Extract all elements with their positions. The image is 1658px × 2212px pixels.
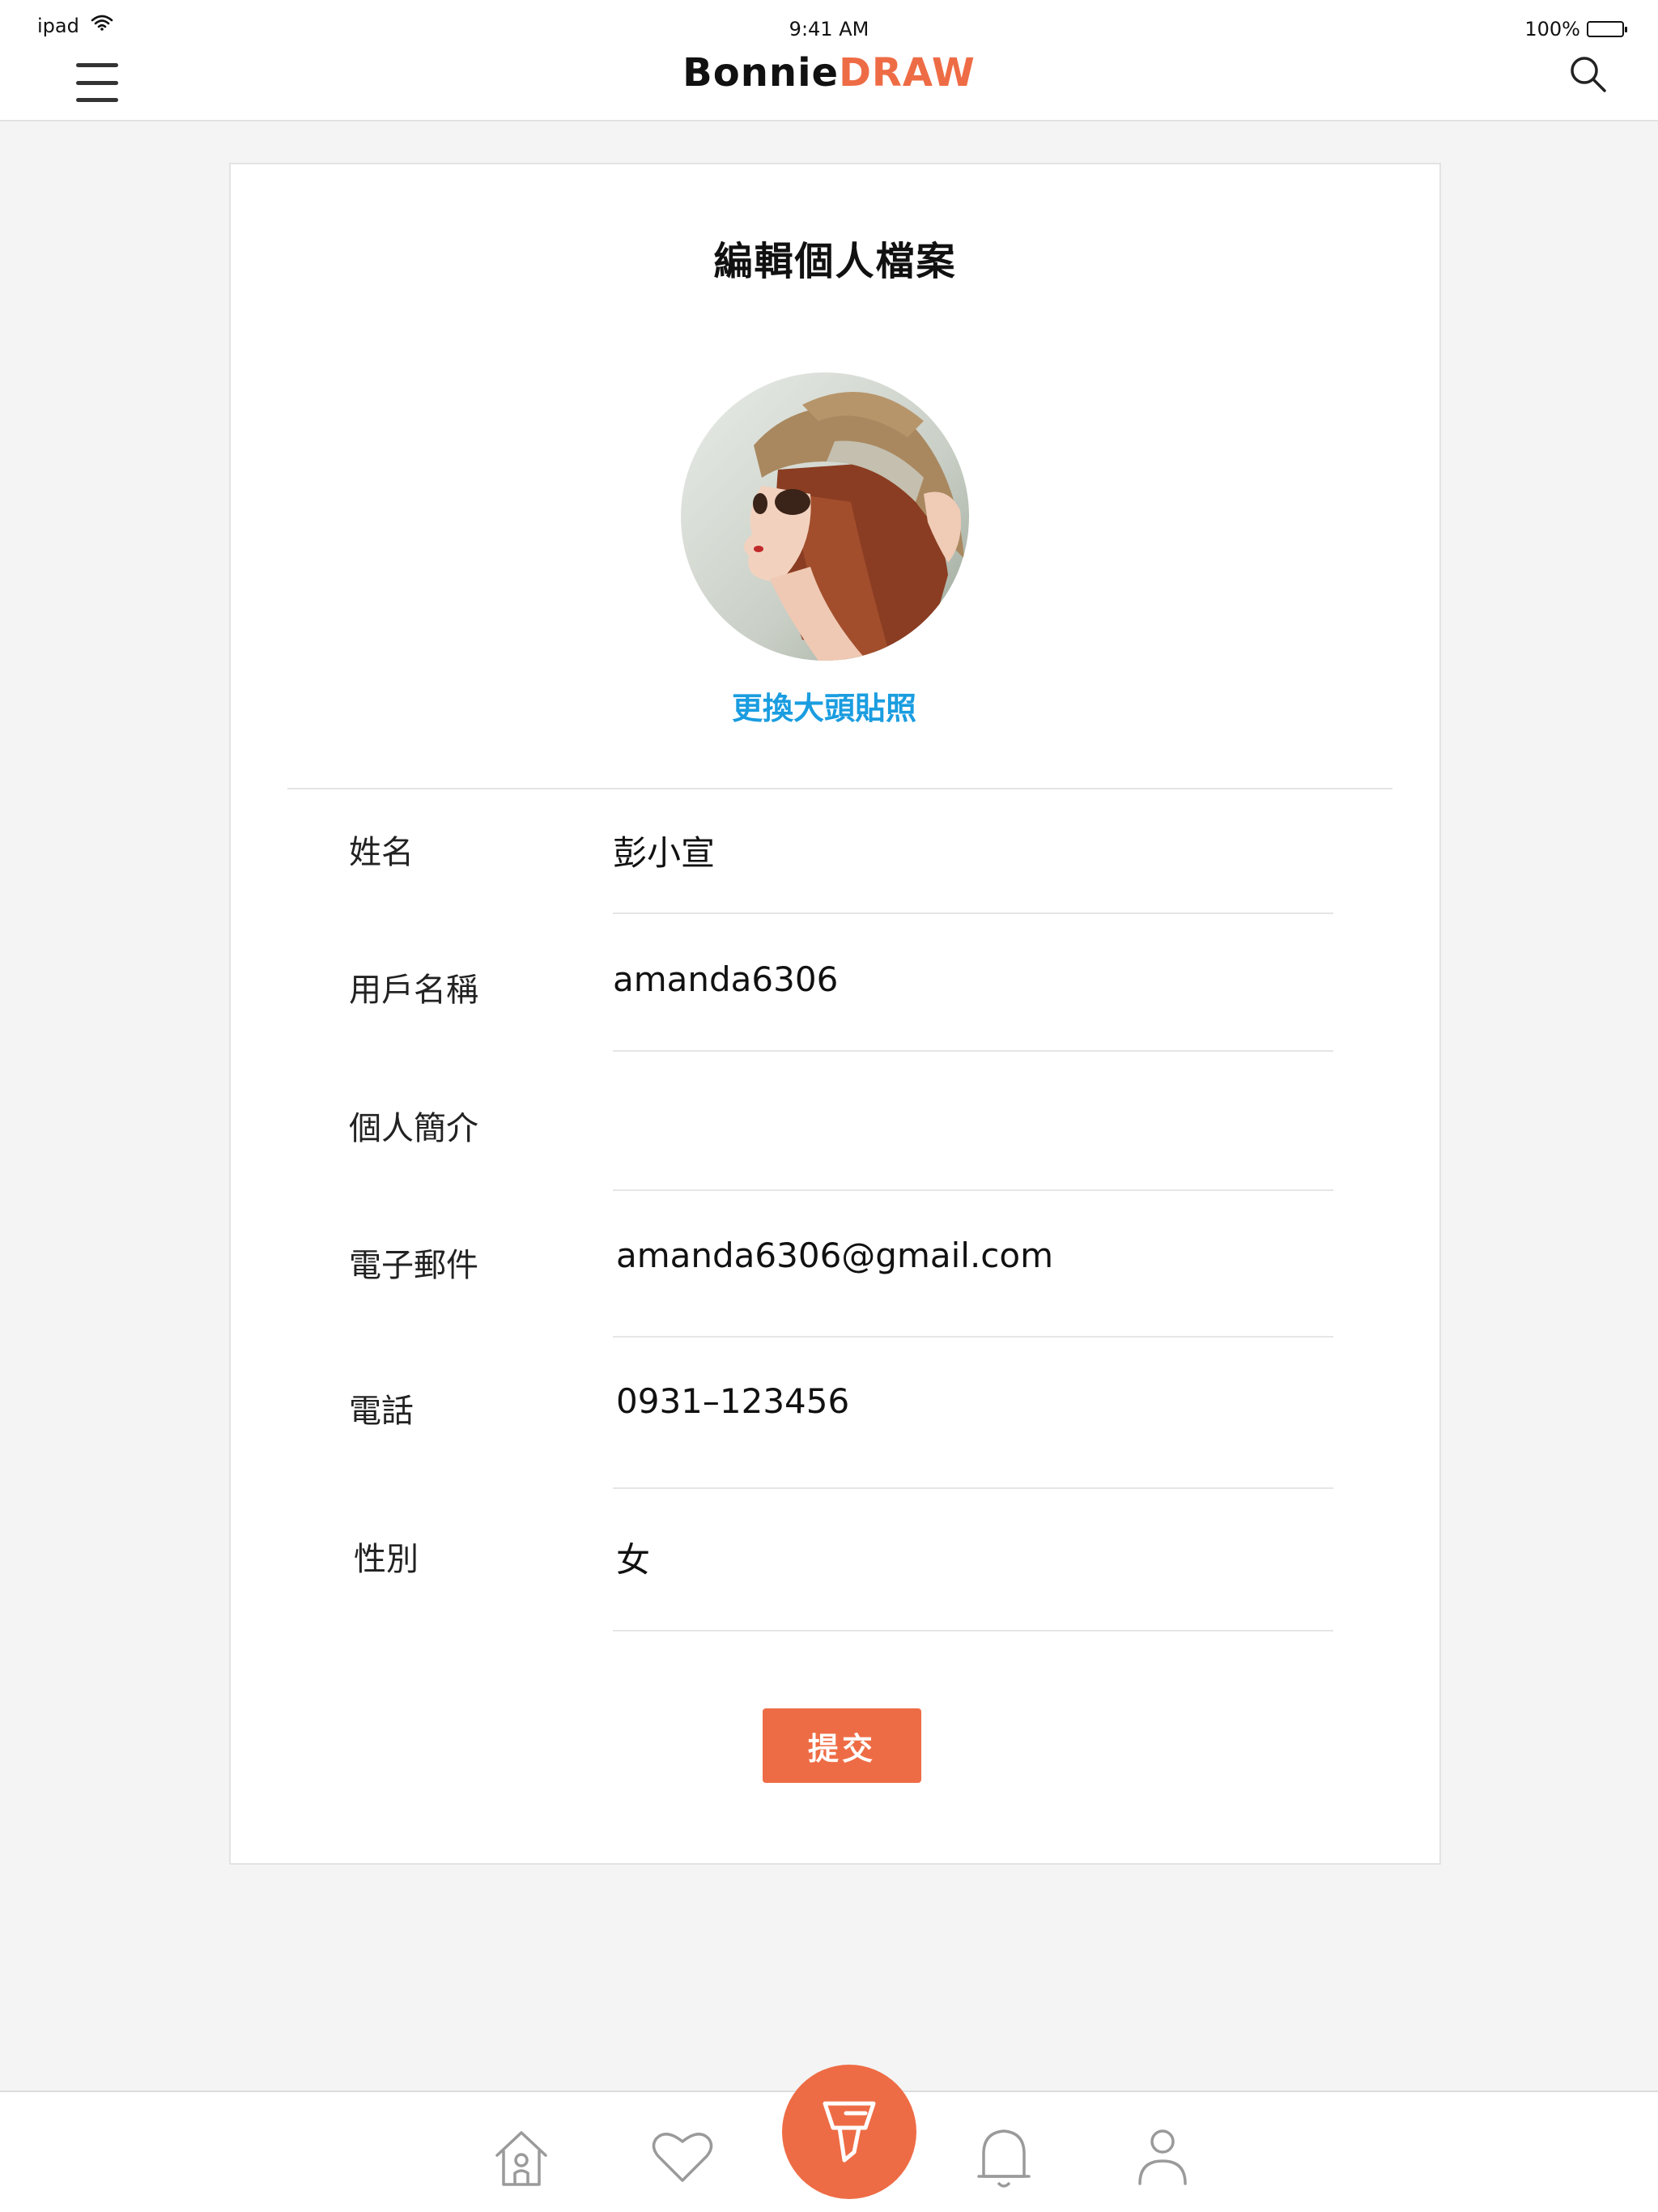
field-label-email: 電子郵件 bbox=[349, 1247, 478, 1284]
field-underline bbox=[613, 1630, 1333, 1631]
gender-select[interactable]: 女 bbox=[616, 1533, 650, 1582]
home-icon[interactable] bbox=[489, 2125, 554, 2189]
field-label-gender: 性別 bbox=[354, 1541, 419, 1578]
brush-icon[interactable] bbox=[782, 2065, 916, 2199]
submit-button[interactable]: 提交 bbox=[763, 1708, 921, 1783]
search-icon[interactable] bbox=[1567, 53, 1609, 96]
battery-icon bbox=[1587, 21, 1627, 37]
page-title: 編輯個人檔案 bbox=[713, 239, 957, 284]
avatar[interactable] bbox=[681, 372, 969, 661]
top-bar: ipad 9:41 AM 100% BonnieDRAW bbox=[0, 0, 1658, 121]
divider bbox=[287, 788, 1392, 789]
heart-icon[interactable] bbox=[650, 2125, 715, 2189]
battery-percent: 100% bbox=[1524, 18, 1580, 40]
field-underline bbox=[613, 1050, 1333, 1052]
field-underline bbox=[613, 1336, 1333, 1338]
logo-part-draw: DRAW bbox=[839, 50, 976, 96]
change-photo-link[interactable]: 更換大頭貼照 bbox=[231, 683, 1418, 728]
person-icon[interactable] bbox=[1130, 2125, 1195, 2189]
bell-icon[interactable] bbox=[971, 2125, 1036, 2189]
field-label-phone: 電話 bbox=[349, 1393, 414, 1430]
field-label-username: 用戶名稱 bbox=[349, 972, 478, 1009]
field-label-name: 姓名 bbox=[349, 834, 414, 871]
phone-input[interactable]: 0931–123456 bbox=[616, 1381, 849, 1421]
name-input[interactable]: 彭小宣 bbox=[613, 826, 715, 875]
bio-input[interactable] bbox=[613, 1102, 1333, 1151]
email-input[interactable]: amanda6306@gmail.com bbox=[616, 1236, 1053, 1275]
logo-part-bonnie: Bonnie bbox=[682, 50, 840, 96]
field-underline bbox=[613, 1487, 1333, 1489]
edit-profile-card: 編輯個人檔案 更換大頭貼照 姓名 彭小宣 用戶名稱 amanda6306 個人簡… bbox=[229, 163, 1441, 1865]
status-time: 9:41 AM bbox=[789, 18, 869, 40]
field-label-bio: 個人簡介 bbox=[349, 1110, 478, 1147]
status-battery: 100% bbox=[1524, 18, 1627, 40]
app-logo: BonnieDRAW bbox=[0, 50, 1658, 96]
username-input[interactable]: amanda6306 bbox=[613, 959, 838, 999]
field-underline bbox=[613, 1189, 1333, 1191]
field-underline bbox=[613, 912, 1333, 914]
